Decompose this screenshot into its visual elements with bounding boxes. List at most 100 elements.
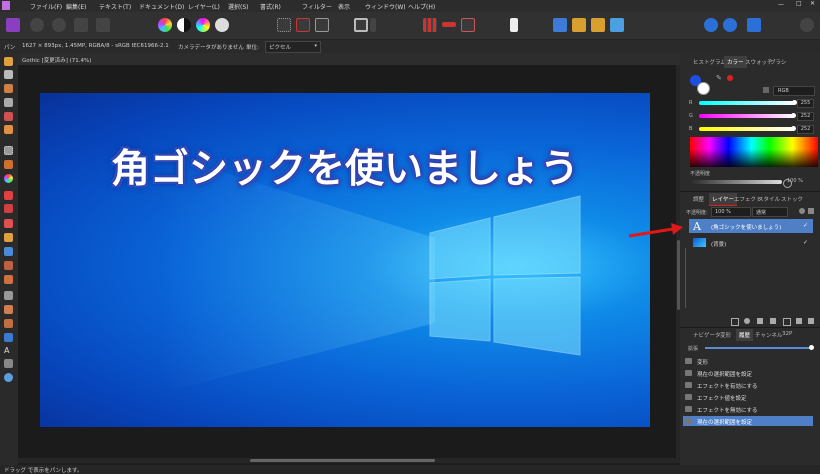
menu-edit[interactable]: 編集(E): [66, 2, 86, 11]
history-slider[interactable]: [705, 347, 810, 349]
visibility-check-icon[interactable]: ✓: [803, 222, 808, 229]
history-item-selected[interactable]: 現在の選択範囲を設定: [683, 416, 813, 426]
auto-white-balance-icon[interactable]: [215, 18, 229, 32]
tab-histogram[interactable]: ヒストグラム: [693, 58, 726, 66]
history-slider-knob[interactable]: [809, 345, 814, 350]
auto-color-icon[interactable]: [158, 18, 172, 32]
paint-brush-icon[interactable]: [4, 191, 13, 200]
retouch-tool-icon[interactable]: [4, 275, 13, 284]
layer-row-text[interactable]: A (角ゴシックを使いましょう) ✓: [689, 219, 813, 233]
erase-brush-icon[interactable]: [4, 219, 13, 228]
lock-icon[interactable]: [763, 87, 769, 93]
live-filter-icon[interactable]: [757, 318, 763, 324]
color-wheel-icon[interactable]: [4, 174, 13, 183]
transform-icon[interactable]: [610, 18, 624, 32]
text-tool-icon[interactable]: A: [4, 346, 13, 355]
channel-b-value[interactable]: 252: [797, 125, 814, 134]
pan-tool-icon[interactable]: [4, 57, 13, 66]
color-picker-icon[interactable]: [4, 84, 13, 93]
tab-32p[interactable]: 32P: [782, 331, 792, 337]
history-item[interactable]: エフェクト値を設定: [683, 392, 813, 402]
tab-transform[interactable]: 変形: [720, 331, 731, 339]
smudge-tool-icon[interactable]: [4, 305, 13, 314]
menu-select[interactable]: 選択(S): [228, 2, 249, 11]
tab-layers[interactable]: レイヤー: [709, 193, 737, 206]
adjustment-layer-icon[interactable]: [744, 318, 750, 324]
delete-layer-icon[interactable]: [808, 318, 814, 324]
assistant-icon[interactable]: [553, 18, 567, 32]
mask-layer-icon[interactable]: [731, 318, 739, 326]
tab-styles[interactable]: スタイル: [758, 195, 780, 203]
clone-tool-icon[interactable]: [4, 261, 13, 270]
fill-tool-icon[interactable]: [4, 233, 13, 242]
menu-help[interactable]: ヘルプ(H): [408, 2, 435, 11]
lock-layer-icon[interactable]: [808, 208, 814, 214]
history-item[interactable]: エフェクトを有効にする: [683, 380, 813, 390]
deselect-icon[interactable]: [296, 18, 310, 32]
visibility-check-icon[interactable]: ✓: [803, 239, 808, 246]
document-image[interactable]: 角ゴシックを使いましょう: [40, 93, 650, 427]
mesh-warp-icon[interactable]: [4, 359, 13, 368]
export-persona-icon[interactable]: [96, 18, 110, 32]
history-item[interactable]: エフェクトを無効にする: [683, 404, 813, 414]
pen-tool-icon[interactable]: [4, 319, 13, 328]
tone-mapping-persona-icon[interactable]: [74, 18, 88, 32]
close-icon[interactable]: ✕: [810, 0, 815, 7]
menu-text[interactable]: テキスト(T): [99, 2, 131, 11]
liquify-persona-icon[interactable]: [30, 18, 44, 32]
maximize-icon[interactable]: □: [796, 0, 802, 7]
pixel-tool-icon[interactable]: [4, 204, 13, 213]
marquee-select-icon[interactable]: [277, 18, 291, 32]
channel-b-slider[interactable]: [699, 127, 795, 131]
flood-select-icon[interactable]: [4, 125, 13, 134]
history-item[interactable]: 現在の選択範囲を設定: [683, 368, 813, 378]
shape-tool-icon[interactable]: [4, 333, 13, 342]
auto-levels-icon[interactable]: [196, 18, 210, 32]
tab-channels[interactable]: チャンネル: [755, 331, 782, 339]
tab-brushes[interactable]: ブラシ: [770, 58, 786, 66]
document-tab[interactable]: Gothic [変更済み] (71.4%): [18, 53, 680, 65]
history-item[interactable]: 変形: [683, 356, 813, 366]
horizontal-scroll-thumb[interactable]: [250, 459, 435, 462]
blend-mode-dropdown[interactable]: 通常: [752, 207, 788, 217]
color-opacity-value[interactable]: 100 %: [787, 178, 803, 184]
menu-file[interactable]: ファイル(F): [30, 2, 62, 11]
photo-persona-icon[interactable]: [6, 18, 20, 32]
settings-gear-icon[interactable]: [799, 208, 805, 214]
text-insert-icon[interactable]: [510, 18, 518, 32]
blur-tool-icon[interactable]: [4, 291, 13, 300]
secondary-color-swatch[interactable]: [697, 82, 710, 95]
dodge-tool-icon[interactable]: [4, 247, 13, 256]
menu-layer[interactable]: レイヤー(L): [188, 2, 220, 11]
channel-g-knob[interactable]: [791, 113, 797, 118]
arrange-icon[interactable]: [572, 18, 586, 32]
quick-mask-icon[interactable]: [354, 18, 368, 32]
alignment-icon[interactable]: [461, 18, 475, 32]
marquee-tool-icon[interactable]: [4, 146, 13, 155]
fx-icon[interactable]: [770, 318, 776, 324]
tab-stock[interactable]: ストック: [781, 195, 803, 203]
color-spectrum[interactable]: [690, 137, 818, 167]
channel-g-value[interactable]: 252: [797, 112, 814, 121]
selection-brush-icon[interactable]: [4, 112, 13, 121]
menu-filter[interactable]: フィルター: [302, 2, 332, 11]
eyedropper-icon[interactable]: ✎: [716, 74, 724, 82]
snapping-icon[interactable]: [423, 18, 437, 32]
auto-contrast-icon[interactable]: [177, 18, 191, 32]
menu-format[interactable]: 書式(R): [260, 2, 281, 11]
channel-r-slider[interactable]: [699, 101, 795, 105]
tab-history[interactable]: 履歴: [736, 329, 754, 341]
add-pixel-layer-icon[interactable]: [783, 318, 791, 326]
crop-tool-icon[interactable]: [4, 98, 13, 107]
mirror-view-icon[interactable]: [747, 18, 761, 32]
invert-selection-icon[interactable]: [315, 18, 329, 32]
channel-b-knob[interactable]: [791, 126, 797, 131]
freehand-select-icon[interactable]: [4, 160, 13, 169]
layer-row-background[interactable]: (背景) ✓: [689, 236, 813, 250]
headline-text[interactable]: 角ゴシックを使いましょう: [40, 138, 650, 194]
menu-view[interactable]: 表示: [338, 2, 350, 11]
tab-swatches[interactable]: スウォッチ: [745, 58, 773, 66]
color-mode-dropdown[interactable]: RGB: [773, 86, 815, 96]
arrange-back-icon[interactable]: [591, 18, 605, 32]
channel-g-slider[interactable]: [699, 114, 795, 118]
